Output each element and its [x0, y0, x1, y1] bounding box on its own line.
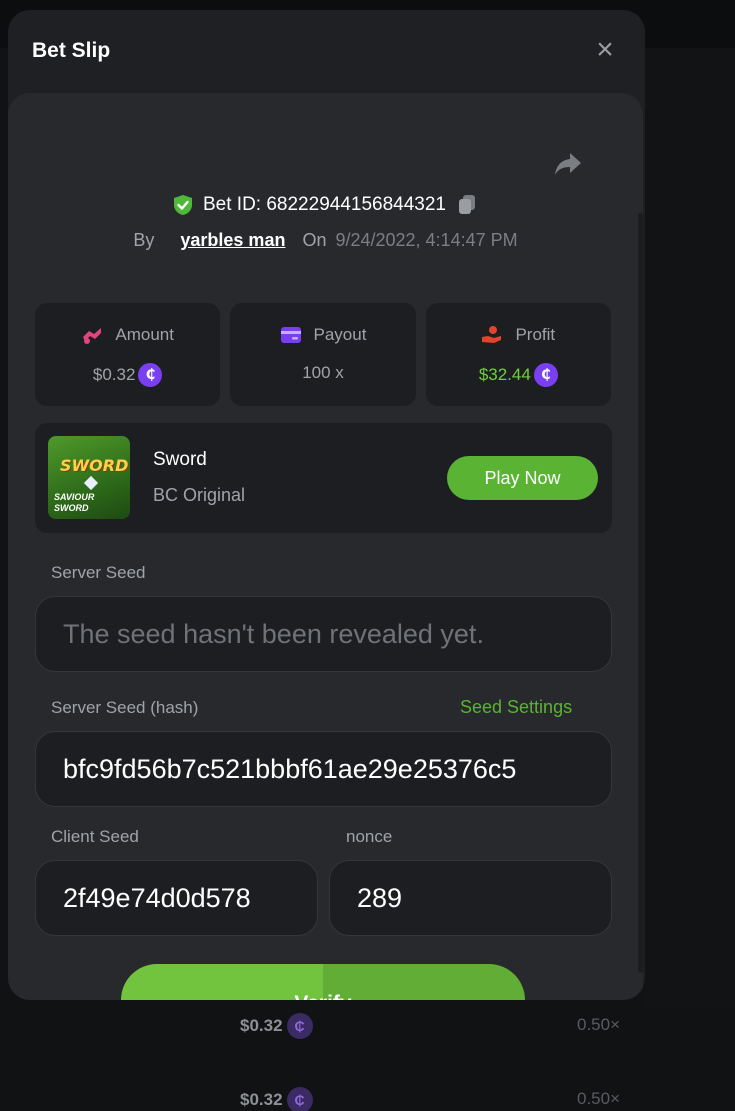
game-thumbnail-title: SWORD	[60, 456, 129, 475]
coin-icon: ₵	[286, 1087, 313, 1111]
coin-icon: ₵	[286, 1013, 313, 1039]
gem-icon	[83, 475, 99, 491]
bet-author-row: By yarbles man On 9/24/2022, 4:14:47 PM	[8, 230, 643, 251]
stat-amount: Amount $0.32 ₵	[35, 303, 221, 406]
amount-icon	[83, 328, 102, 344]
card-icon	[280, 327, 301, 343]
background-bet-row[interactable]: $0.32 ₵ 0.50×	[0, 1079, 735, 1111]
background-bet-amount: $0.32 ₵	[240, 1087, 313, 1111]
bet-slip-content: Bet ID: 68222944156844321 By yarbles man…	[8, 93, 643, 1000]
stat-payout-value: 100 x	[302, 363, 344, 382]
verify-button[interactable]: Verify	[121, 964, 525, 1000]
close-button[interactable]: ×	[591, 35, 619, 66]
play-now-button[interactable]: Play Now	[447, 456, 598, 500]
stat-payout: Payout 100 x	[230, 303, 416, 406]
stat-profit-value: $32.44	[478, 365, 531, 384]
server-seed-hash-value: bfc9fd56b7c521bbbf61ae29e25376c5	[63, 753, 517, 784]
nonce-field[interactable]: 289	[329, 860, 612, 936]
by-label: By	[133, 230, 155, 250]
on-label: On	[302, 230, 327, 250]
game-card: SWORD SAVIOUR SWORD Sword BC Original Pl…	[35, 423, 612, 533]
background-bet-amount: $0.32 ₵	[240, 1013, 313, 1039]
game-name: Sword	[153, 449, 207, 470]
coin-icon: ₵	[138, 363, 163, 387]
bet-date: 9/24/2022, 4:14:47 PM	[335, 230, 518, 250]
seed-settings-link[interactable]: Seed Settings	[460, 697, 572, 718]
bet-id-text: Bet ID: 68222944156844321	[203, 194, 446, 216]
server-seed-label: Server Seed	[51, 563, 146, 582]
game-thumbnail-subtitle: SAVIOUR SWORD	[54, 492, 95, 513]
bet-id-row: Bet ID: 68222944156844321	[8, 193, 643, 217]
game-thumbnail[interactable]: SWORD SAVIOUR SWORD	[48, 436, 130, 519]
stat-amount-label: Amount	[115, 325, 174, 344]
shield-check-icon	[174, 195, 192, 215]
background-bet-multiplier: 0.50×	[577, 1089, 621, 1108]
server-seed-hash-field[interactable]: bfc9fd56b7c521bbbf61ae29e25376c5	[35, 731, 612, 807]
nonce-label: nonce	[346, 827, 393, 846]
bet-stats: Amount $0.32 ₵ Payout 100 x Profit $32.4…	[35, 303, 611, 406]
profit-hand-icon	[482, 326, 502, 343]
bet-id-label: Bet ID:	[203, 194, 262, 215]
server-seed-placeholder: The seed hasn't been revealed yet.	[63, 618, 484, 649]
nonce-value: 289	[357, 882, 403, 913]
username-link[interactable]: yarbles man	[180, 230, 285, 251]
background-bet-row[interactable]: $0.32 ₵ 0.50×	[0, 1005, 735, 1045]
stat-profit-label: Profit	[515, 325, 556, 344]
coin-icon: ₵	[533, 363, 558, 387]
bet-id-value: 68222944156844321	[266, 194, 446, 215]
server-seed-field[interactable]: The seed hasn't been revealed yet.	[35, 596, 612, 672]
verify-button-label: Verify	[121, 992, 525, 1000]
modal-header: Bet Slip ×	[8, 10, 645, 92]
client-seed-value: 2f49e74d0d578	[63, 882, 251, 913]
share-icon[interactable]	[553, 151, 583, 177]
stat-payout-label: Payout	[313, 325, 367, 344]
game-provider: BC Original	[153, 485, 246, 505]
server-seed-hash-label: Server Seed (hash)	[51, 698, 199, 717]
scrollbar[interactable]	[638, 213, 643, 973]
background-panel	[645, 48, 735, 1008]
background-bet-multiplier: 0.50×	[577, 1015, 621, 1034]
client-seed-label: Client Seed	[51, 827, 139, 846]
client-seed-field[interactable]: 2f49e74d0d578	[35, 860, 318, 936]
modal-title: Bet Slip	[32, 39, 111, 62]
copy-icon[interactable]	[456, 193, 478, 217]
stat-amount-value: $0.32	[92, 365, 136, 384]
stat-profit: Profit $32.44 ₵	[425, 303, 611, 406]
close-icon: ×	[596, 33, 614, 66]
bet-slip-modal: Bet Slip × Bet ID: 68222944156844321 By …	[8, 10, 645, 1000]
